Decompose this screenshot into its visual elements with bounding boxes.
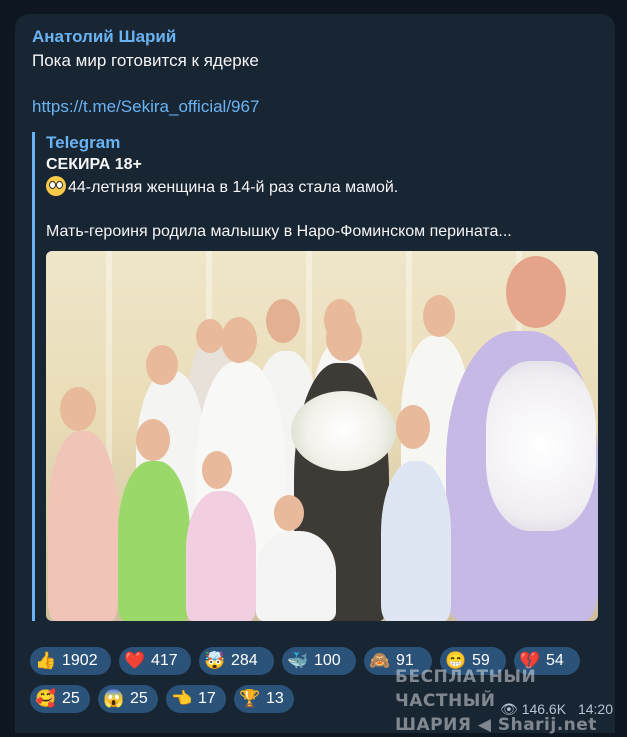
author-name[interactable]: Анатолий Шарий (32, 26, 598, 48)
reaction-trophy[interactable]: 🏆 13 (234, 685, 294, 713)
message-bubble: Анатолий Шарий Пока мир готовится к ядер… (15, 14, 615, 733)
message-text: Пока мир готовится к ядерке (32, 51, 259, 70)
preview-line-2: Мать-героиня родила малышку в Наро-Фомин… (46, 223, 512, 240)
preview-source: Telegram (46, 133, 121, 152)
preview-channel-title: СЕКИРА 18+ (46, 156, 142, 173)
reaction-smiling-hearts[interactable]: 🥰 25 (30, 685, 90, 713)
preview-line-1: 44-летняя женщина в 14-й раз стала мамой… (46, 176, 598, 199)
reaction-whale[interactable]: 🐳 100 (282, 647, 356, 675)
reaction-thumbs-up[interactable]: 👍 1902 (30, 647, 111, 675)
reaction-pointing[interactable]: 👈 17 (166, 685, 226, 713)
exploding-head-icon: 🤯 (204, 651, 226, 670)
pointing-hand-icon: 👈 (171, 689, 193, 708)
screaming-face-icon: 😱 (103, 689, 125, 708)
reaction-screaming[interactable]: 😱 25 (98, 685, 158, 713)
message-time: 14:20 (577, 701, 613, 717)
preview-photo[interactable] (46, 251, 598, 621)
message-meta: 👁 146.6K 14:20 (500, 701, 613, 718)
flushed-face-icon (46, 176, 66, 196)
preview-line-1-text: 44-летняя женщина в 14-й раз стала мамой… (68, 179, 399, 196)
message-link[interactable]: https://t.me/Sekira_official/967 (32, 96, 259, 118)
link-preview[interactable]: Telegram СЕКИРА 18+ 44-летняя женщина в … (32, 132, 598, 621)
reaction-exploding-head[interactable]: 🤯 284 (199, 647, 274, 675)
red-heart-icon: ❤️ (124, 651, 146, 670)
see-no-evil-monkey-icon: 🙈 (369, 651, 391, 670)
smiling-face-hearts-icon: 🥰 (35, 689, 57, 708)
eye-icon: 👁 (500, 701, 518, 717)
thumbs-up-icon: 👍 (35, 651, 57, 670)
reaction-heart[interactable]: ❤️ 417 (119, 647, 191, 675)
trophy-icon: 🏆 (239, 689, 261, 708)
view-count: 146.6K (521, 701, 567, 717)
whale-icon: 🐳 (287, 651, 309, 670)
